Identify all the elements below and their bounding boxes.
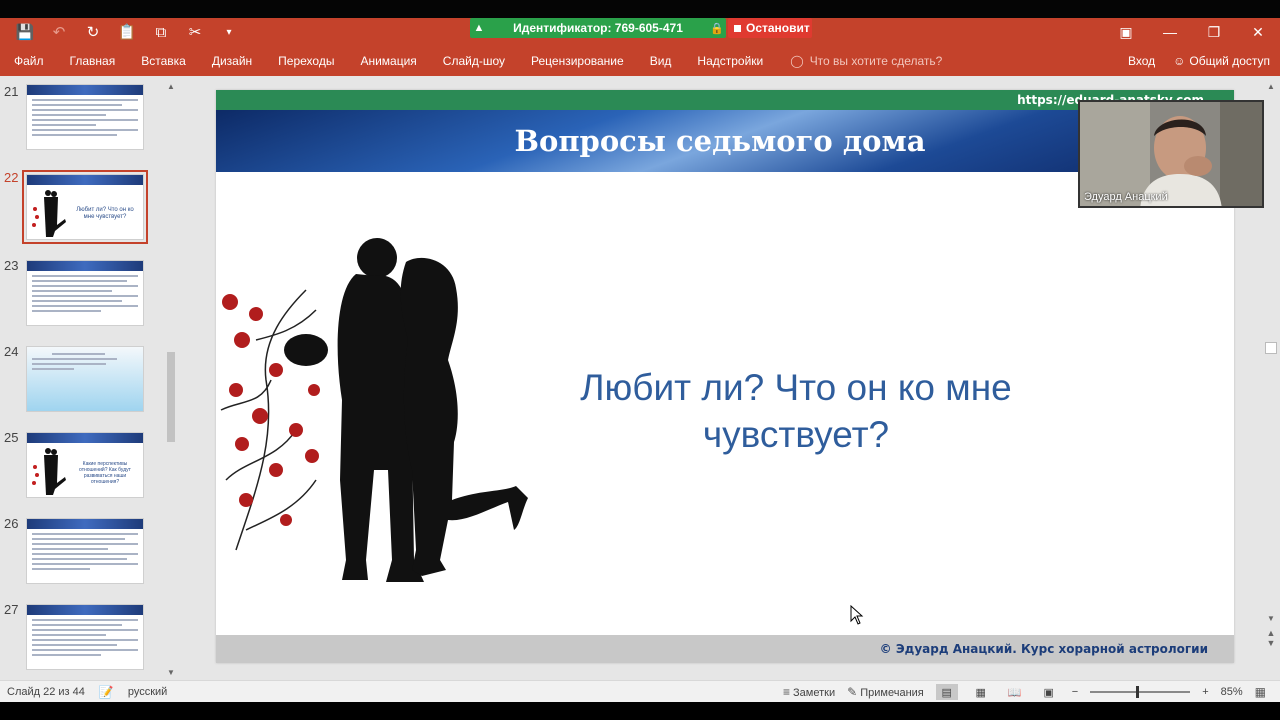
zoom-slider[interactable]	[1090, 686, 1191, 698]
window-controls: ▣ — ❐ ✕	[1104, 18, 1280, 46]
scroll-down-icon[interactable]: ▼	[164, 666, 178, 680]
thumbnail-image[interactable]	[26, 518, 144, 584]
mouse-cursor-icon	[850, 605, 864, 625]
thumbnail-image[interactable]	[26, 260, 144, 326]
stop-share-label: Остановит	[746, 21, 810, 35]
share-button[interactable]: ☺ Общий доступ	[1173, 54, 1270, 68]
quick-access-toolbar: 💾 ↶ ↻ 📋 ⧉ ✂ ▾	[8, 18, 246, 46]
zoom-level[interactable]: 85%	[1221, 686, 1243, 698]
slide-sorter-icon[interactable]: ▦	[970, 684, 992, 700]
slide-counter: Слайд 22 из 44	[7, 686, 85, 698]
comments-label: Примечания	[860, 687, 924, 699]
share-label: Общий доступ	[1189, 54, 1270, 68]
reading-view-icon[interactable]: 📖	[1004, 684, 1026, 700]
slide-question-text: Любит ли? Что он ко мне чувствует?	[580, 367, 1012, 455]
copy-icon[interactable]: ⧉	[144, 18, 178, 46]
webcam-video[interactable]: Эдуард Анацкий	[1078, 100, 1264, 208]
footer-copyright: © Эдуард Анацкий. Курс хорарной астролог…	[879, 642, 1208, 656]
thumbnail-number: 24	[4, 344, 19, 359]
tab-slideshow[interactable]: Слайд-шоу	[430, 54, 518, 68]
thumbnail-number: 25	[4, 430, 19, 445]
meeting-id-bar[interactable]: ▲ Идентификатор: 769-605-471 🔒	[470, 18, 726, 38]
signin-link[interactable]: Вход	[1128, 54, 1155, 68]
thumbnail-image[interactable]	[26, 604, 144, 670]
couple-thumb-icon	[32, 448, 66, 495]
normal-view-icon[interactable]: ▤	[935, 684, 958, 700]
notes-icon: ≡	[782, 685, 790, 699]
webcam-participant-name: Эдуард Анацкий	[1084, 191, 1168, 203]
shield-icon: ▲	[473, 22, 485, 34]
stop-share-button[interactable]: Остановит	[728, 18, 812, 38]
thumbnail-image[interactable]	[26, 346, 144, 412]
status-bar: Слайд 22 из 44 📝 русский ≡ Заметки ✎ При…	[0, 680, 1280, 702]
previous-slide-icon[interactable]: ▲	[1264, 628, 1278, 638]
fit-slide-icon[interactable]: ▦	[1255, 685, 1266, 699]
zoom-out-icon[interactable]: −	[1072, 686, 1078, 698]
customize-icon[interactable]: ▾	[212, 18, 246, 46]
redo-icon[interactable]: ↻	[76, 18, 110, 46]
close-icon[interactable]: ✕	[1236, 18, 1280, 46]
couple-thumb-icon	[32, 190, 66, 237]
notes-label: Заметки	[793, 687, 836, 699]
tell-me-box[interactable]: ◯ Что вы хотите сделать?	[790, 54, 942, 68]
minimize-icon[interactable]: —	[1148, 18, 1192, 46]
scroll-up-icon[interactable]: ▲	[1264, 80, 1278, 94]
account-links: Вход ☺ Общий доступ	[1128, 46, 1270, 76]
meeting-id-label: Идентификатор: 769-605-471	[513, 21, 683, 35]
thumbnail-text: Какие перспективы отношений? Как будут р…	[79, 461, 131, 485]
ribbon-display-icon[interactable]: ▣	[1104, 18, 1148, 46]
thumbnail-text: Любит ли? Что он ко мне чувствует?	[76, 207, 134, 220]
zoom-in-icon[interactable]: +	[1202, 686, 1208, 698]
cut-icon[interactable]: ✂	[178, 18, 212, 46]
spellcheck-icon[interactable]: 📝	[99, 685, 114, 699]
scroll-knob[interactable]	[1265, 342, 1277, 354]
page-nav: ▲ ▼	[1264, 628, 1278, 648]
save-icon[interactable]: 💾	[8, 18, 42, 46]
top-black-band	[0, 0, 1280, 18]
thumbnail-number: 26	[4, 516, 19, 531]
couple-silhouette-image	[220, 238, 528, 582]
tab-animations[interactable]: Анимация	[347, 54, 429, 68]
scroll-knob[interactable]	[167, 352, 175, 442]
tab-insert[interactable]: Вставка	[128, 54, 199, 68]
undo-icon[interactable]: ↶	[42, 18, 76, 46]
scroll-down-icon[interactable]: ▼	[1264, 612, 1278, 626]
thumbnail-number: 27	[4, 602, 19, 617]
lock-icon: 🔒	[710, 22, 724, 35]
notes-button[interactable]: ≡ Заметки	[783, 685, 835, 699]
slide-scrollbar[interactable]: ▲ ▼	[1264, 80, 1278, 626]
comments-button[interactable]: ✎ Примечания	[847, 685, 924, 699]
tab-view[interactable]: Вид	[637, 54, 685, 68]
thumbnail-scrollbar[interactable]: ▲ ▼	[164, 80, 178, 680]
tab-addins[interactable]: Надстройки	[684, 54, 776, 68]
lightbulb-icon: ◯	[790, 54, 804, 68]
language-indicator[interactable]: русский	[128, 686, 167, 698]
tab-review[interactable]: Рецензирование	[518, 54, 637, 68]
thumbnail-number: 22	[4, 170, 19, 185]
ribbon-tabs: Файл Главная Вставка Дизайн Переходы Ани…	[0, 46, 942, 76]
tab-design[interactable]: Дизайн	[199, 54, 265, 68]
tab-transitions[interactable]: Переходы	[265, 54, 347, 68]
tell-me-label: Что вы хотите сделать?	[809, 54, 943, 68]
slide-footer: © Эдуард Анацкий. Курс хорарной астролог…	[216, 635, 1234, 663]
tab-home[interactable]: Главная	[57, 54, 129, 68]
zoom-slider-thumb[interactable]	[1136, 686, 1140, 698]
tab-file[interactable]: Файл	[0, 54, 57, 68]
comment-icon: ✎	[847, 685, 858, 699]
thumbnail-image[interactable]: Какие перспективы отношений? Как будут р…	[26, 432, 144, 498]
paste-icon[interactable]: 📋	[110, 18, 144, 46]
bottom-black-band	[0, 702, 1280, 720]
next-slide-icon[interactable]: ▼	[1264, 638, 1278, 648]
restore-icon[interactable]: ❐	[1192, 18, 1236, 46]
thumbnail-number: 23	[4, 258, 19, 273]
slideshow-view-icon[interactable]: ▣	[1038, 684, 1060, 700]
scroll-up-icon[interactable]: ▲	[164, 80, 178, 94]
thumbnail-number: 21	[4, 84, 19, 99]
stop-icon	[734, 24, 741, 32]
person-icon: ☺	[1173, 54, 1186, 68]
thumbnail-image[interactable]	[26, 84, 144, 150]
thumbnail-image-selected[interactable]: Любит ли? Что он ко мне чувствует?	[22, 170, 148, 244]
